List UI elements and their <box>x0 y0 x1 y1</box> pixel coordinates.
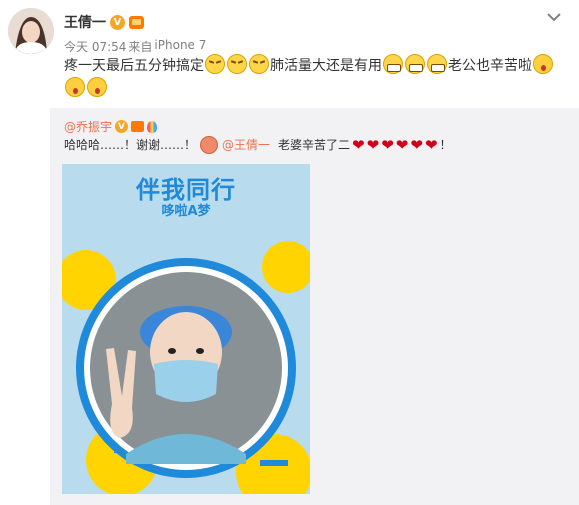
author-avatar[interactable] <box>8 8 54 54</box>
member-crown-icon[interactable] <box>129 15 144 29</box>
heart-emoji: ❤ <box>352 135 365 154</box>
verified-icon[interactable]: V <box>115 120 129 133</box>
mention-avatar[interactable] <box>200 136 219 154</box>
repost-text-1: 哈哈哈……！谢谢……！ <box>64 138 197 152</box>
tired-emoji <box>227 54 247 74</box>
post-meta: 今天 07:54 来自 iPhone 7 <box>64 38 206 55</box>
tired-emoji <box>205 54 225 74</box>
tired-emoji <box>249 54 269 74</box>
repost-header: @乔振宇 V <box>64 118 158 135</box>
heart-emoji: ❤ <box>395 135 409 154</box>
author-row: 王倩一 V <box>64 12 144 32</box>
grin-emoji <box>383 54 403 74</box>
member-crown-icon[interactable] <box>131 121 145 132</box>
verified-icon[interactable]: V <box>110 14 125 30</box>
post-text-part: 疼一天最后五分钟搞定 <box>64 58 204 74</box>
post-time[interactable]: 今天 07:54 <box>64 38 126 55</box>
repost-text-2: 老婆辛苦了二 <box>278 138 351 152</box>
chevron-down-icon[interactable] <box>546 10 562 24</box>
post-text-part: 肺活量大还是有用 <box>270 58 382 74</box>
poster-subtitle: 哆啦A梦 <box>161 204 211 219</box>
heart-emoji: ❤ <box>366 135 380 154</box>
grin-emoji <box>427 54 447 74</box>
mention-link[interactable]: @王倩一 <box>222 136 270 154</box>
shocked-emoji <box>533 54 553 74</box>
author-name[interactable]: 王倩一 <box>64 12 106 32</box>
shocked-emoji <box>65 77 85 97</box>
repost-text-end: ！ <box>439 138 452 152</box>
repost-author[interactable]: @乔振宇 <box>64 118 112 135</box>
balloon-icon[interactable] <box>147 120 158 133</box>
post-content: 疼一天最后五分钟搞定 肺活量大还是有用 老公也辛苦啦 <box>64 54 564 100</box>
weibo-post: 王倩一 V 今天 07:54 来自 iPhone 7 疼一天最后五分钟搞定 肺活量… <box>0 0 579 108</box>
heart-emoji: ❤ <box>410 135 423 154</box>
heart-emoji: ❤ <box>381 135 394 154</box>
source-prefix: 来自 <box>128 40 153 54</box>
repost-text: 哈哈哈……！谢谢……！ @王倩一 老婆辛苦了二 ❤ ❤ ❤ ❤ ❤ ❤ ！ <box>64 136 452 154</box>
post-text-part: 老公也辛苦啦 <box>448 58 532 74</box>
grin-emoji <box>405 54 425 74</box>
repost-photo[interactable]: 伴我同行 哆啦A梦 <box>62 164 310 494</box>
shocked-emoji <box>87 77 107 97</box>
heart-emoji: ❤ <box>424 135 438 154</box>
post-source[interactable]: iPhone 7 <box>154 38 206 55</box>
